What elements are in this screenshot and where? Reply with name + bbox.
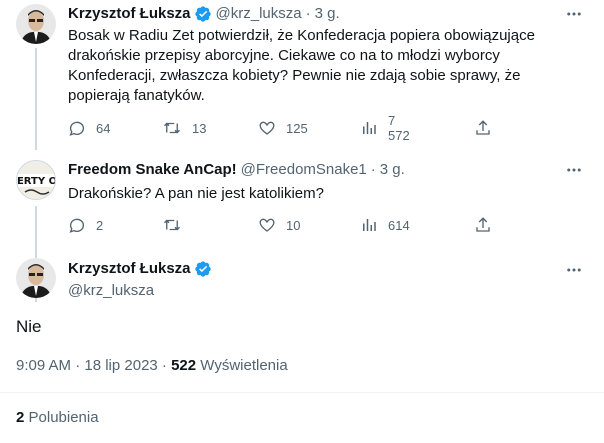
views-button[interactable]: 614 — [360, 216, 410, 234]
reply-count: 2 — [96, 217, 104, 233]
share-icon — [476, 217, 490, 232]
more-options-icon[interactable] — [564, 260, 584, 280]
avatar[interactable]: ERTY O — [16, 160, 56, 200]
timestamp[interactable]: 9:09 AM · 18 lip 2023 · — [16, 357, 171, 374]
views-chart-icon — [363, 122, 376, 134]
author-name[interactable]: Freedom Snake AnCap! — [68, 160, 237, 180]
tweet-header: Freedom Snake AnCap! @FreedomSnake1 · 3 … — [68, 160, 405, 180]
author-name[interactable]: Krzysztof Łuksza — [68, 259, 191, 279]
retweet-button[interactable] — [162, 216, 182, 234]
avatar-text: ERTY O — [17, 176, 56, 187]
retweet-icon — [164, 219, 180, 231]
views-label: Wyświetlenia — [196, 357, 288, 374]
like-count: 125 — [286, 120, 308, 136]
reply-icon — [69, 121, 84, 136]
main-tweet: Krzysztof Łuksza @krz_luksza Nie 9:09 AM… — [0, 250, 604, 443]
heart-icon — [259, 121, 275, 135]
tweet-1[interactable]: Krzysztof Łuksza @krz_luksza · 3 g. Bosa… — [0, 0, 604, 150]
tweet-2[interactable]: ERTY O Freedom Snake AnCap! @FreedomSnak… — [0, 150, 604, 302]
views-count: 7 572 — [388, 113, 410, 143]
thread-line — [35, 48, 37, 150]
verified-badge-icon — [194, 5, 212, 23]
share-icon — [476, 120, 490, 135]
share-button[interactable] — [474, 216, 492, 234]
tweet-text: Nie — [16, 317, 42, 336]
author-name[interactable]: Krzysztof Łuksza — [68, 4, 191, 24]
views-button[interactable]: 7 572 — [360, 113, 410, 143]
tweet-meta: 9:09 AM · 18 lip 2023 · 522 Wyświetlenia — [16, 356, 288, 376]
like-count: 10 — [286, 217, 301, 233]
reply-icon — [69, 218, 84, 233]
more-options-icon[interactable] — [564, 4, 584, 24]
verified-badge-icon — [194, 260, 212, 278]
retweet-count: 13 — [192, 120, 207, 136]
tweet-header: Krzysztof Łuksza @krz_luksza · 3 g. — [68, 4, 340, 24]
reply-button[interactable]: 64 — [68, 119, 110, 137]
avatar[interactable] — [16, 4, 56, 44]
reply-button[interactable]: 2 — [68, 216, 103, 234]
divider — [0, 392, 604, 393]
reply-count: 64 — [96, 120, 111, 136]
separator-dot: · — [305, 5, 311, 22]
author-handle[interactable]: @krz_luksza — [216, 4, 302, 24]
likes-label: Polubienia — [24, 409, 99, 426]
author-handle[interactable]: @FreedomSnake1 — [241, 160, 367, 180]
like-button[interactable]: 10 — [258, 216, 300, 234]
retweet-icon — [164, 122, 180, 134]
likes-link[interactable]: 2 Polubienia — [16, 408, 99, 428]
avatar[interactable] — [16, 258, 56, 298]
tweet-text: Bosak w Radiu Zet potwierdził, że Konfed… — [68, 27, 535, 104]
author-block: Krzysztof Łuksza @krz_luksza — [68, 259, 216, 301]
separator-dot: · — [370, 161, 376, 178]
more-options-icon[interactable] — [564, 160, 584, 180]
heart-icon — [259, 218, 275, 232]
timestamp[interactable]: 3 g. — [315, 4, 340, 24]
views-count: 522 — [171, 357, 197, 374]
author-handle[interactable]: @krz_luksza — [68, 281, 216, 301]
timestamp[interactable]: 3 g. — [380, 160, 405, 180]
like-button[interactable]: 125 — [258, 119, 308, 137]
views-count: 614 — [388, 217, 410, 233]
author-name-row[interactable]: Krzysztof Łuksza — [68, 259, 216, 279]
share-button[interactable] — [474, 119, 492, 137]
views-chart-icon — [363, 219, 376, 231]
retweet-button[interactable]: 13 — [162, 119, 206, 137]
tweet-text: Drakońskie? A pan nie jest katolikiem? — [68, 185, 324, 202]
